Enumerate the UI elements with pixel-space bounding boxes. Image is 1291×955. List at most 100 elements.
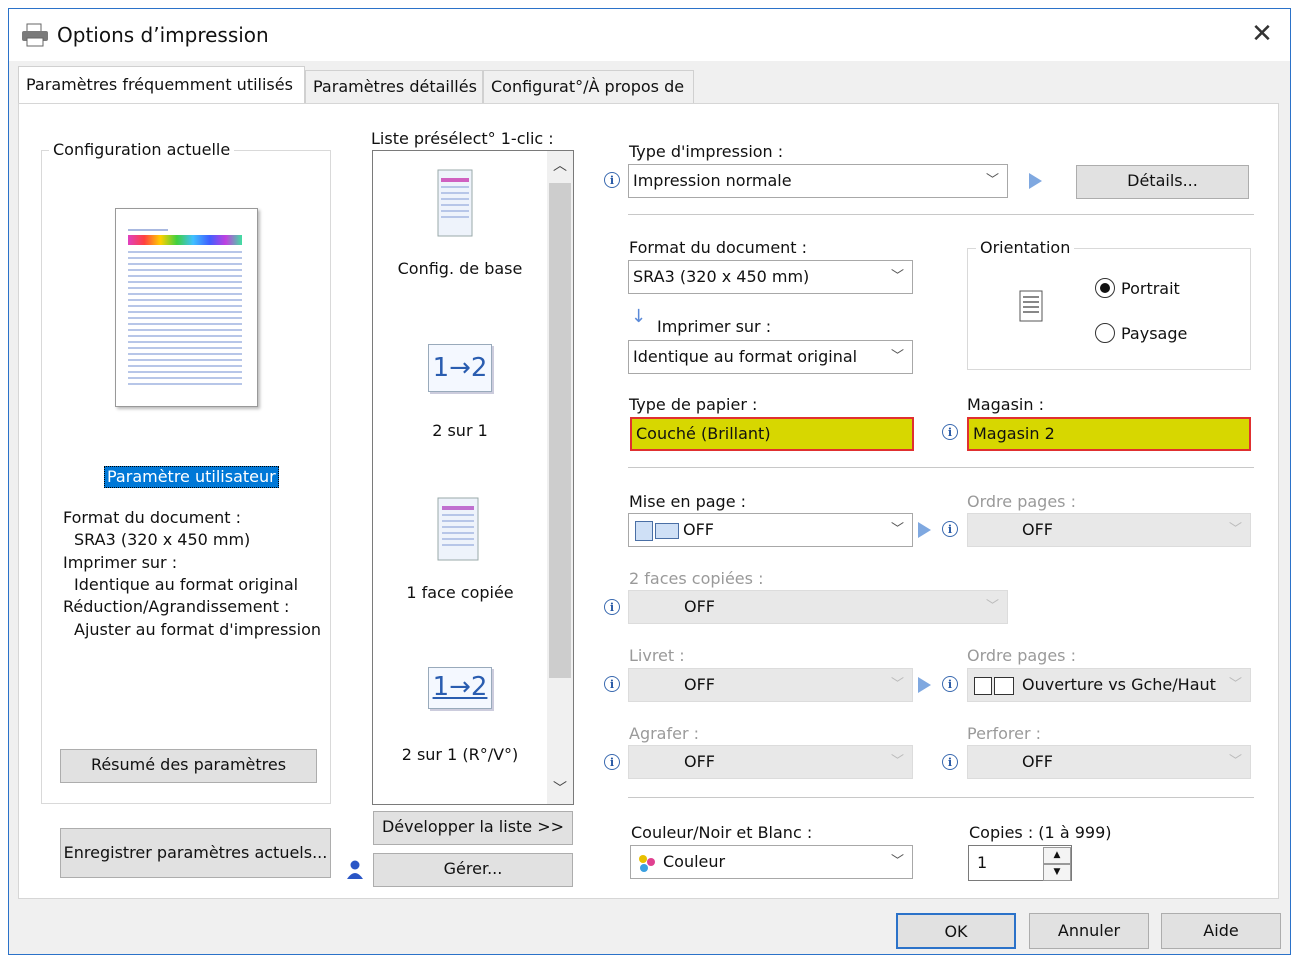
print-on-select[interactable]: Identique au format original ﹀ [628,340,913,374]
portrait-label[interactable]: Portrait [1121,279,1180,298]
copies-value[interactable]: 1 [977,853,987,872]
document-color-icon [437,169,473,237]
orientation-group [967,248,1251,370]
color-select[interactable]: Couleur ﹀ [630,845,913,879]
punch-label: Perforer : [967,724,1042,743]
doc-format-label: Format du document : [629,238,808,257]
separator [628,467,1254,468]
preset-item-label[interactable]: 1 face copiée [373,583,547,602]
copies-stepper[interactable]: 1 ▲ ▼ [968,845,1072,881]
page-preview [115,208,258,407]
tray-label: Magasin : [967,395,1044,414]
tab-detailed-settings[interactable]: Paramètres détaillés [305,70,483,104]
layout-label: Mise en page : [629,492,747,511]
arrow-right-icon [1029,173,1042,189]
separator [628,214,1254,215]
chevron-down-icon: ﹀ [890,754,904,769]
current-config-legend: Configuration actuelle [49,140,235,159]
page-order-select[interactable]: Ouverture vs Gche/Haut ﹀ [967,668,1251,702]
preset-item-label[interactable]: 2 sur 1 [373,421,547,440]
window-title: Options d’impression [57,23,269,47]
expand-list-button[interactable]: Développer la liste >> [373,811,573,845]
tab-config-about[interactable]: Configurat°/À propos de [483,70,694,104]
chevron-down-icon: ﹀ [890,522,904,537]
color-dots-icon [639,855,655,872]
down-arrow-icon: ↓ [631,306,647,327]
info-icon[interactable]: i [942,521,958,537]
paper-type-label: Type de papier : [629,395,758,414]
user-icon [347,860,363,879]
paper-type-field[interactable]: Couché (Brillant) [630,417,914,451]
scroll-down-icon[interactable]: ﹀ [547,775,573,803]
summary-line: SRA3 (320 x 450 mm) [74,530,251,549]
summary-line: Réduction/Agrandissement : [63,597,290,616]
details-button[interactable]: Détails... [1076,165,1249,199]
staple-label: Agrafer : [629,724,700,743]
page-order-label: Ordre pages : [967,492,1076,511]
decrement-icon[interactable]: ▼ [1043,864,1071,881]
scroll-thumb[interactable] [549,183,571,678]
close-icon[interactable]: ✕ [1247,19,1277,49]
layout-select[interactable]: OFF ﹀ [628,513,913,547]
chevron-down-icon: ﹀ [985,599,999,614]
booklet-label: Livret : [629,646,685,665]
summary-line: Format du document : [63,508,242,527]
help-button[interactable]: Aide [1161,913,1281,949]
color-label: Couleur/Noir et Blanc : [631,823,813,842]
info-icon[interactable]: i [604,754,620,770]
save-current-settings-button[interactable]: Enregistrer paramètres actuels... [60,828,331,878]
landscape-label[interactable]: Paysage [1121,324,1187,343]
chevron-down-icon: ﹀ [985,173,999,188]
summary-line: Ajuster au format d'impression [74,620,322,639]
print-type-label: Type d'impression : [629,142,784,161]
summary-line: Identique au format original [74,575,299,594]
title-bar: Options d’impression ✕ [9,9,1290,61]
info-icon[interactable]: i [942,676,958,692]
preset-item-label[interactable]: 2 sur 1 (R°/V°) [373,745,547,764]
info-icon[interactable]: i [604,599,620,615]
info-icon[interactable]: i [942,754,958,770]
one-side-copy-icon [437,497,479,561]
scroll-up-icon[interactable]: ︿ [547,151,573,181]
book-icon [974,677,992,695]
ok-button[interactable]: OK [896,913,1016,949]
landscape-radio[interactable] [1095,323,1115,343]
print-on-label: Imprimer sur : [657,317,772,336]
tray-field[interactable]: Magasin 2 [967,417,1251,451]
page-layout-icon [635,521,653,541]
print-type-select[interactable]: Impression normale ﹀ [628,164,1008,198]
increment-icon[interactable]: ▲ [1043,847,1071,864]
manage-button[interactable]: Gérer... [373,853,573,887]
page-layout-icon [655,523,679,539]
portrait-radio[interactable] [1095,278,1115,298]
summary-line: Imprimer sur : [63,553,178,572]
chevron-down-icon: ﹀ [890,349,904,364]
preset-item-label[interactable]: Config. de base [373,259,547,278]
arrow-right-icon [918,677,931,693]
duplex-select[interactable]: OFF ﹀ [628,590,1008,624]
preset-scrollbar[interactable]: ︿ ﹀ [547,151,573,804]
preset-list[interactable]: Config. de base 1→2 2 sur 1 1 face copié… [372,150,574,805]
chevron-down-icon: ﹀ [890,854,904,869]
punch-select[interactable]: OFF ﹀ [967,745,1251,779]
staple-select[interactable]: OFF ﹀ [628,745,913,779]
cancel-button[interactable]: Annuler [1029,913,1149,949]
info-icon[interactable]: i [942,424,958,440]
tab-frequent-settings[interactable]: Paramètres fréquemment utilisés [18,66,305,105]
settings-summary-button[interactable]: Résumé des paramètres [60,749,317,783]
user-setting-label[interactable]: Paramètre utilisateur [104,466,279,488]
preset-list-label: Liste présélect° 1-clic : [371,129,554,148]
info-icon[interactable]: i [604,676,620,692]
two-up-icon: 1→2 [428,344,492,392]
chevron-down-icon: ﹀ [1228,677,1242,692]
page-order-select[interactable]: OFF ﹀ [967,513,1251,547]
orientation-legend: Orientation [976,238,1075,257]
chevron-down-icon: ﹀ [1228,522,1242,537]
booklet-select[interactable]: OFF ﹀ [628,668,913,702]
book-icon [994,677,1014,695]
info-icon[interactable]: i [604,172,620,188]
chevron-down-icon: ﹀ [890,269,904,284]
page-order-label: Ordre pages : [967,646,1076,665]
doc-format-select[interactable]: SRA3 (320 x 450 mm) ﹀ [628,260,913,294]
two-up-duplex-icon: 1→2 [428,667,492,709]
